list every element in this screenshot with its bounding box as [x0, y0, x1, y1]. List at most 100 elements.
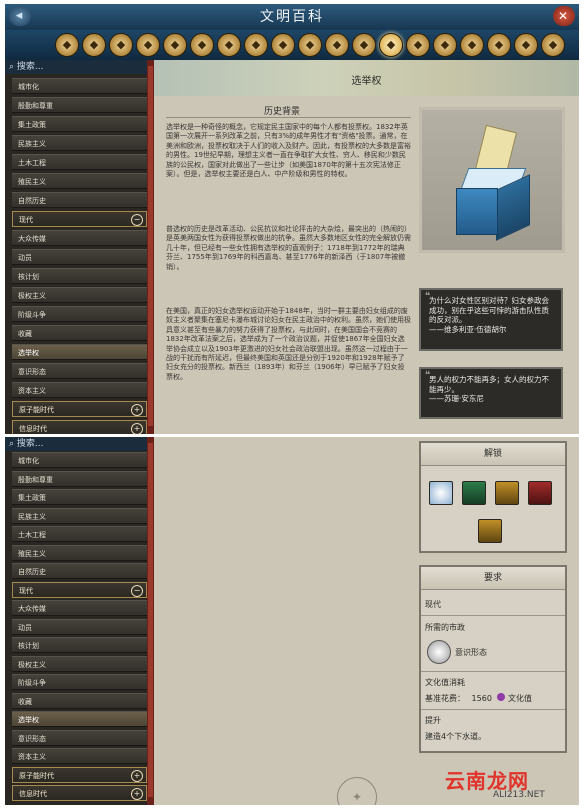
base-cost-label: 基准花费：: [425, 694, 465, 703]
sidebar-item[interactable]: 阶级斗争: [12, 306, 147, 322]
sidebar-item-label: 民族主义: [18, 140, 46, 148]
cost-label: 文化值消耗: [425, 678, 465, 687]
sidebar-item-label: 意识形态: [18, 734, 46, 743]
green-policy-card-icon[interactable]: [462, 481, 486, 505]
sidebar-item-label: 土木工程: [18, 159, 46, 167]
sidebar-item[interactable]: 动员: [12, 618, 147, 635]
crown-icon[interactable]: ◆: [541, 33, 565, 57]
article-paragraph: 普选权的历史是改革活动、公民抗议和社论抨击的大杂烩，最突出的（热闹的）是英美两国…: [166, 225, 411, 271]
sidebar-item[interactable]: 意识形态: [12, 363, 147, 379]
sidebar-item[interactable]: 原子能时代 +: [12, 766, 147, 783]
collapse-icon[interactable]: −: [131, 214, 143, 226]
scroll-icon[interactable]: ◆: [109, 33, 133, 57]
sidebar-item[interactable]: 殖民主义: [12, 544, 147, 561]
district-icon[interactable]: ◆: [298, 33, 322, 57]
boost-text: 建造4个下水道。: [425, 732, 487, 741]
sidebar-item[interactable]: 收藏: [12, 692, 147, 709]
close-icon[interactable]: ✕: [553, 6, 575, 26]
sidebar-item[interactable]: 集土政策: [12, 489, 147, 505]
sidebar-item[interactable]: 现代 −: [12, 211, 147, 227]
sidebar-item[interactable]: 极权主义: [12, 655, 147, 672]
scrollbar-thumb[interactable]: [148, 443, 153, 797]
wildcard-policy-card-icon[interactable]: [478, 519, 502, 543]
book-icon[interactable]: ◆: [271, 33, 295, 57]
sidebar-item[interactable]: 土木工程: [12, 526, 147, 542]
sidebar-item-label: 选举权: [18, 349, 39, 357]
sidebar-item[interactable]: 城市化: [12, 452, 147, 468]
expand-icon[interactable]: +: [131, 769, 143, 782]
section-divider: [166, 117, 411, 118]
sidebar-item[interactable]: 极权主义: [12, 287, 147, 303]
sidebar-item[interactable]: 自然历史: [12, 192, 147, 208]
chart-icon[interactable]: ◆: [487, 33, 511, 57]
sidebar-item[interactable]: 土木工程: [12, 154, 147, 170]
sidebar-item[interactable]: 殷勤和尊重: [12, 97, 147, 113]
sidebar-scrollbar[interactable]: [147, 60, 154, 434]
pillar-icon[interactable]: ◆: [190, 33, 214, 57]
building-icon[interactable]: ◆: [379, 33, 403, 57]
sidebar-item[interactable]: 阶级斗争: [12, 674, 147, 690]
sidebar-item-label: 原子能时代: [19, 771, 54, 780]
sidebar-item[interactable]: 殷勤和尊重: [12, 470, 147, 487]
expand-icon[interactable]: +: [131, 423, 143, 434]
sidebar-item-label: 大众传媒: [18, 235, 46, 243]
flag-icon[interactable]: ◆: [82, 33, 106, 57]
sidebar-item[interactable]: 自然历史: [12, 563, 147, 579]
ideology-civic-icon[interactable]: [427, 640, 451, 664]
military-policy-card-icon[interactable]: [528, 481, 552, 505]
tower-icon[interactable]: ◆: [136, 33, 160, 57]
boost-label: 提升: [425, 716, 441, 725]
ballot-box-image: [419, 107, 565, 253]
expand-icon[interactable]: +: [131, 404, 143, 416]
sidebar-item[interactable]: 选举权: [12, 344, 147, 360]
search-icon: ⌕: [9, 62, 15, 72]
sidebar-item-label: 原子能时代: [19, 406, 54, 414]
sidebar-item[interactable]: 动员: [12, 249, 147, 265]
sidebar-item[interactable]: 民族主义: [12, 507, 147, 524]
star-icon[interactable]: ◆: [514, 33, 538, 57]
scrollbar-thumb[interactable]: [148, 66, 153, 426]
sidebar-item[interactable]: 原子能时代 +: [12, 401, 147, 417]
sidebar-item[interactable]: 现代 −: [12, 581, 147, 598]
person-icon[interactable]: ◆: [244, 33, 268, 57]
search-field[interactable]: ⌕ 搜索...: [5, 437, 147, 451]
category-icon-bar: ◆ ◆ ◆ ◆ ◆ ◆ ◆ ◆ ◆ ◆ ◆ ◆ ◆ ◆ ◆ ◆ ◆ ◆ ◆: [5, 30, 579, 60]
economic-policy-card-icon[interactable]: [495, 481, 519, 505]
sidebar-item[interactable]: 核计划: [12, 268, 147, 284]
back-arrow-icon[interactable]: ◂: [9, 6, 31, 26]
chrome-gear-icon[interactable]: ◆: [55, 33, 79, 57]
sidebar-item[interactable]: 资本主义: [12, 748, 147, 764]
sidebar-item[interactable]: 民族主义: [12, 135, 147, 151]
sidebar-item[interactable]: 意识形态: [12, 729, 147, 746]
mountain-icon[interactable]: ◆: [433, 33, 457, 57]
sidebar-item-label: 殖民主义: [18, 178, 46, 186]
sidebar-item[interactable]: 信息时代 +: [12, 785, 147, 801]
globe-icon[interactable]: ◆: [217, 33, 241, 57]
sidebar-scrollbar[interactable]: [147, 437, 154, 805]
sidebar-item[interactable]: 收藏: [12, 325, 147, 341]
sidebar-item[interactable]: 集土政策: [12, 116, 147, 132]
watermark-sub: ALI213.NET: [493, 790, 545, 800]
wonder-icon[interactable]: ◆: [163, 33, 187, 57]
sidebar-item-label: 民族主义: [18, 512, 46, 521]
sidebar-item[interactable]: 核计划: [12, 637, 147, 653]
window-title-bar: 文明百科 ◂ ✕: [5, 4, 579, 31]
sidebar-item[interactable]: 资本主义: [12, 382, 147, 398]
sidebar-item[interactable]: 信息时代 +: [12, 420, 147, 434]
sidebar-item[interactable]: 选举权: [12, 711, 147, 727]
search-label: 搜索...: [16, 439, 44, 449]
search-field[interactable]: ⌕ 搜索...: [5, 60, 147, 74]
citizen-icon[interactable]: ◆: [325, 33, 349, 57]
sidebar-item[interactable]: 殖民主义: [12, 173, 147, 189]
temple-icon[interactable]: ◆: [460, 33, 484, 57]
collapse-icon[interactable]: −: [131, 584, 143, 597]
era-label: 现代: [425, 600, 441, 609]
leaf-icon[interactable]: ◆: [406, 33, 430, 57]
sidebar-item[interactable]: 城市化: [12, 78, 147, 94]
sidebar-item[interactable]: 大众传媒: [12, 600, 147, 616]
city-icon[interactable]: ◆: [352, 33, 376, 57]
monument-unlock-icon[interactable]: [429, 481, 453, 505]
sidebar-item[interactable]: 大众传媒: [12, 230, 147, 246]
base-cost-value: 1560: [471, 694, 492, 703]
expand-icon[interactable]: +: [131, 788, 143, 800]
